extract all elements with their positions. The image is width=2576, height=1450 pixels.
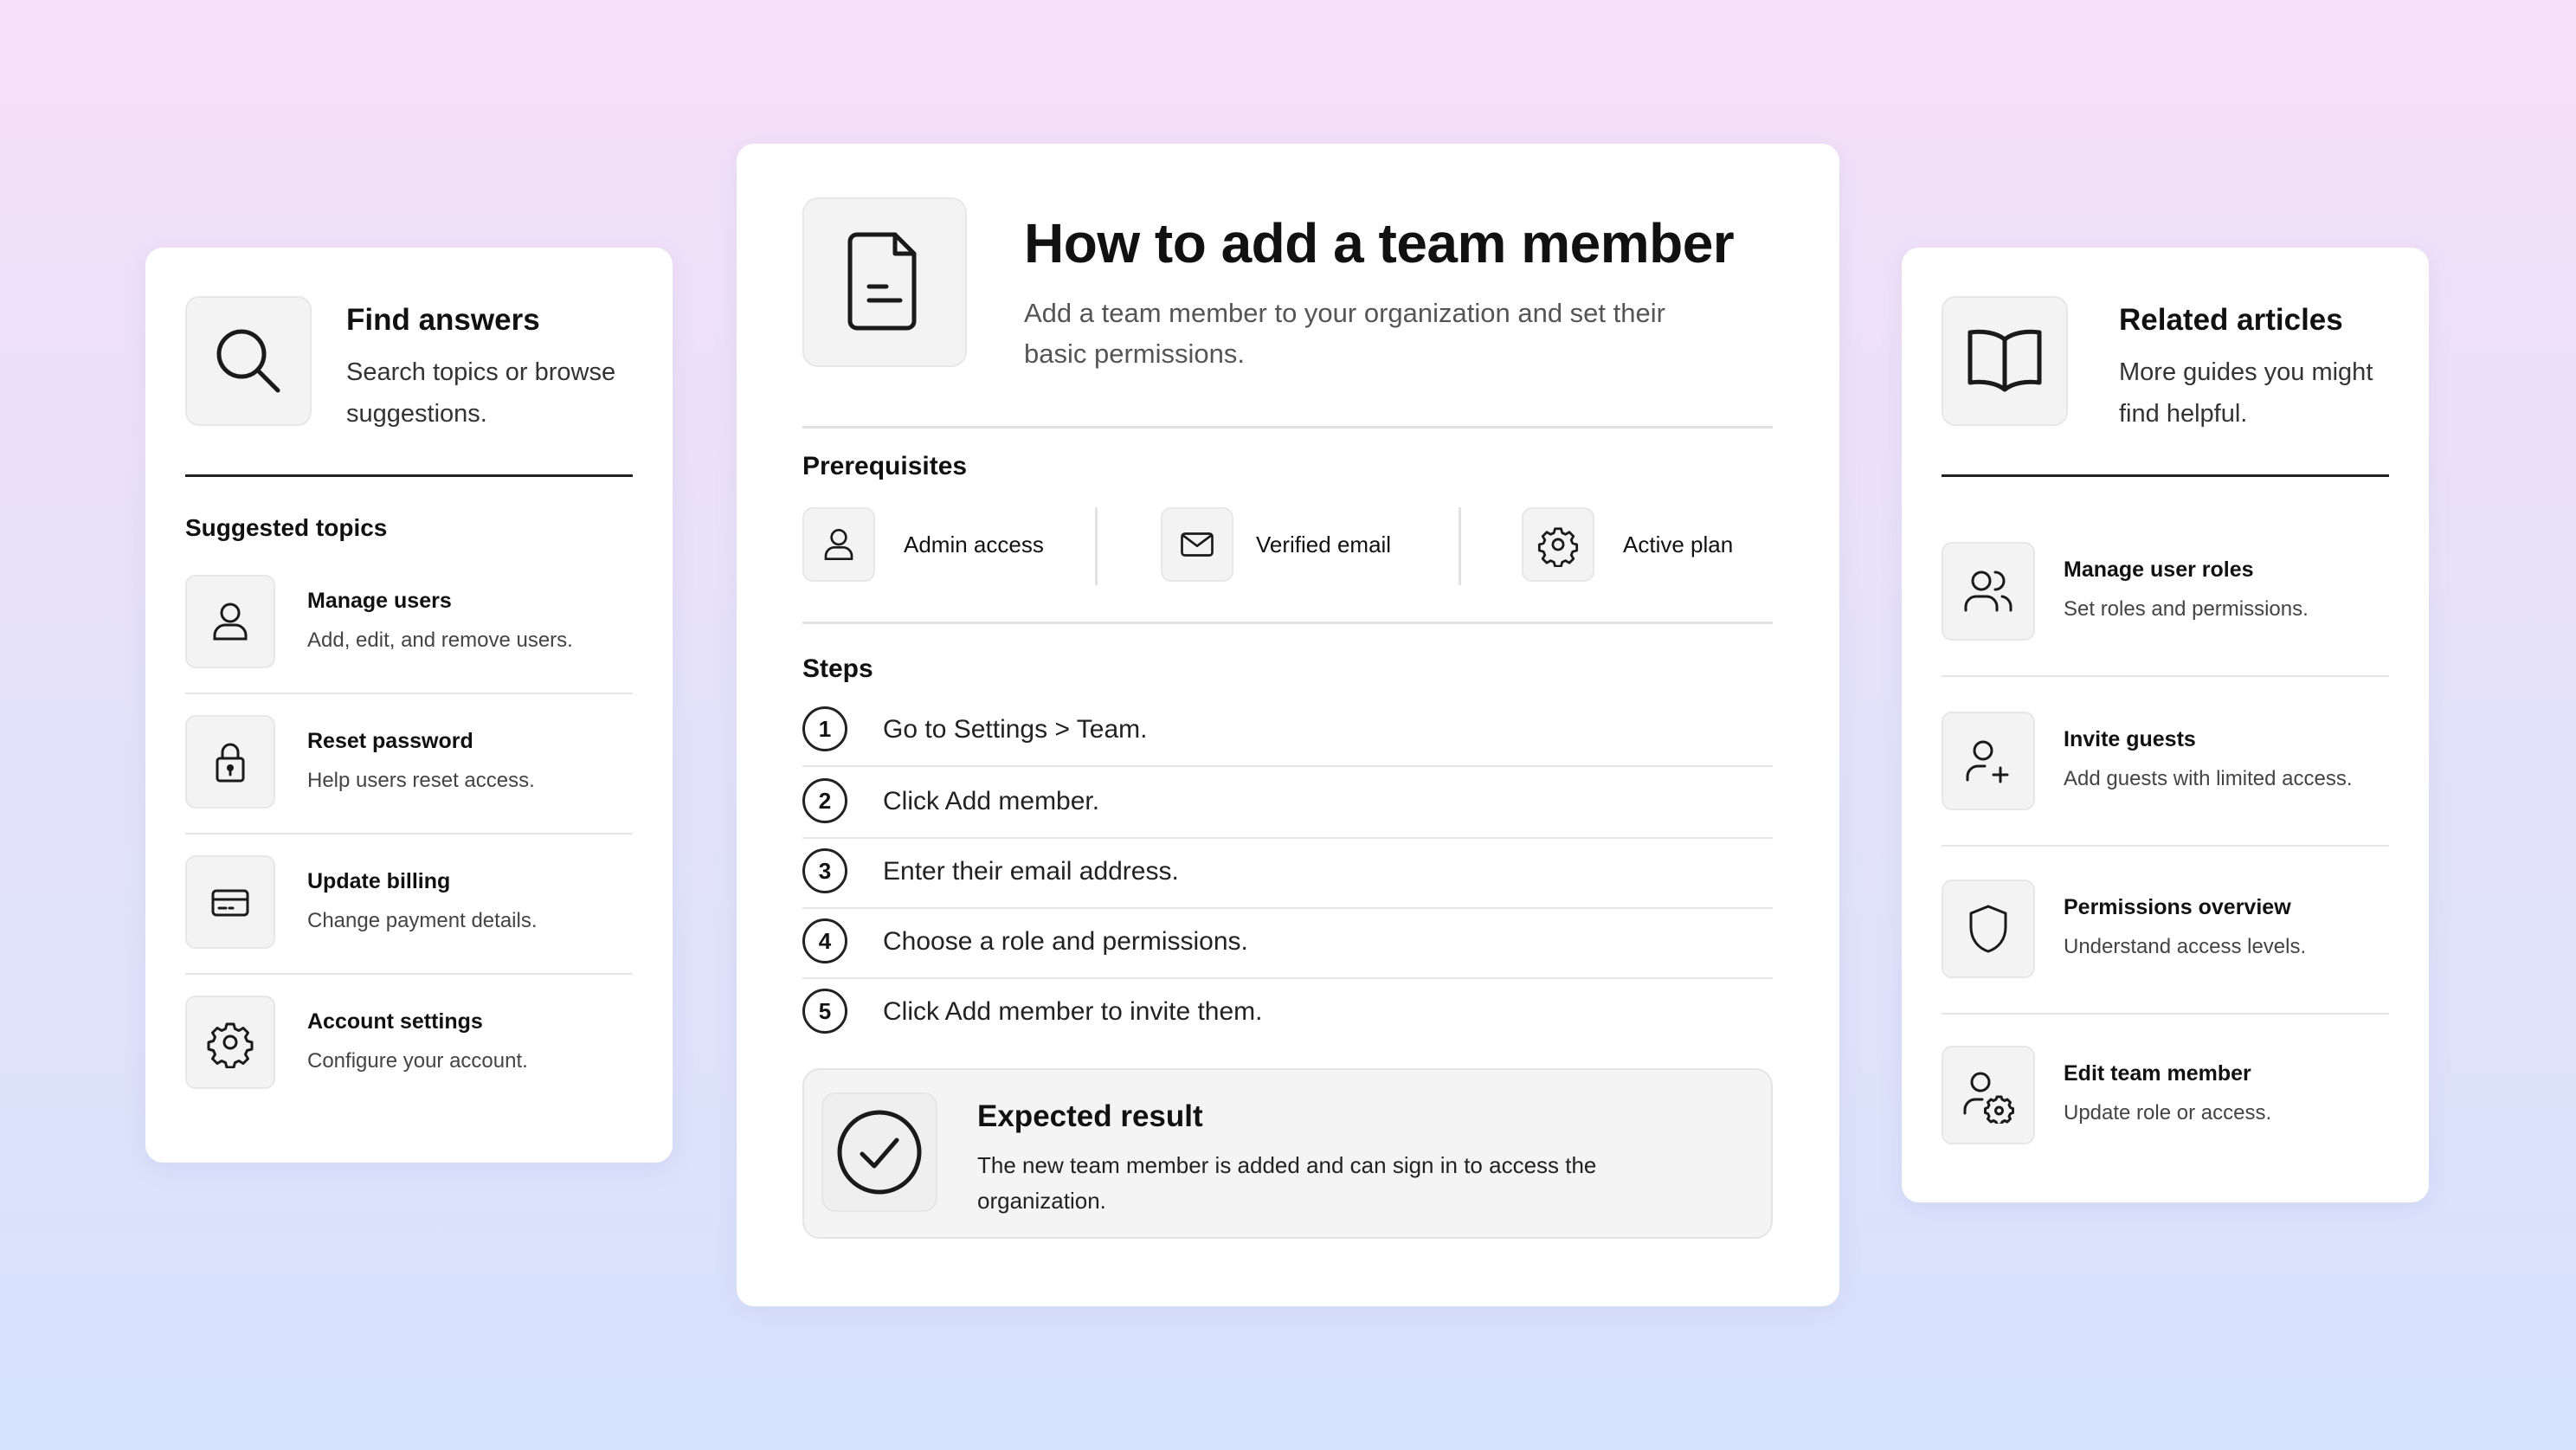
related-article-permissions-overview[interactable]: Permissions overview Understand access l… xyxy=(1942,880,2389,1047)
header-divider xyxy=(1942,474,2389,477)
step-item: 5 Click Add member to invite them. xyxy=(802,989,1773,1059)
article-title: Permissions overview xyxy=(2064,895,2291,919)
lock-icon xyxy=(185,715,275,809)
article-title: How to add a team member xyxy=(1024,212,1735,274)
document-icon xyxy=(802,197,967,367)
step-number: 3 xyxy=(802,848,847,893)
step-text: Click Add member to invite them. xyxy=(883,997,1263,1026)
topic-account-settings[interactable]: Account settings Configure your account. xyxy=(185,996,633,1136)
user-gear-icon xyxy=(1942,1046,2035,1144)
topic-description: Add, edit, and remove users. xyxy=(307,628,573,652)
step-item: 1 Go to Settings > Team. xyxy=(802,706,1773,777)
search-icon[interactable] xyxy=(185,296,312,426)
topic-divider xyxy=(185,693,633,694)
step-text: Enter their email address. xyxy=(883,857,1179,886)
related-article-manage-user-roles[interactable]: Manage user roles Set roles and permissi… xyxy=(1942,542,2389,710)
prerequisite-separator xyxy=(1459,507,1461,585)
prerequisite-separator xyxy=(1095,507,1098,585)
topic-title: Reset password xyxy=(307,729,473,753)
article-title: Edit team member xyxy=(2064,1061,2251,1086)
prerequisite-label: Verified email xyxy=(1256,532,1392,557)
related-articles-card: Related articles More guides you might f… xyxy=(1902,248,2429,1202)
related-article-edit-team-member[interactable]: Edit team member Update role or access. xyxy=(1942,1046,2389,1214)
suggested-topics-label: Suggested topics xyxy=(185,514,388,541)
gear-icon xyxy=(185,996,275,1089)
user-icon xyxy=(802,507,875,582)
users-icon xyxy=(1942,542,2035,641)
step-number: 5 xyxy=(802,989,847,1034)
article-description: Update role or access. xyxy=(2064,1101,2272,1125)
expected-result-box: Expected result The new team member is a… xyxy=(802,1068,1773,1239)
prerequisites-label: Prerequisites xyxy=(802,452,968,480)
step-divider xyxy=(802,977,1773,979)
check-circle-icon xyxy=(821,1092,937,1212)
credit-card-icon xyxy=(185,855,275,949)
gear-icon xyxy=(1522,507,1594,582)
expected-result-title: Expected result xyxy=(977,1099,1203,1133)
step-text: Go to Settings > Team. xyxy=(883,715,1148,744)
topic-title: Account settings xyxy=(307,1009,483,1034)
topic-divider xyxy=(185,833,633,835)
step-divider xyxy=(802,907,1773,909)
step-text: Choose a role and permissions. xyxy=(883,927,1248,956)
article-description: Add a team member to your organization a… xyxy=(1024,298,1665,369)
topic-reset-password[interactable]: Reset password Help users reset access. xyxy=(185,715,633,855)
prerequisite-label: Admin access xyxy=(904,532,1044,557)
article-title: Manage user roles xyxy=(2064,557,2254,582)
user-icon xyxy=(185,575,275,668)
step-text: Click Add member. xyxy=(883,787,1100,815)
article-divider xyxy=(1942,1013,2389,1015)
prerequisites-divider xyxy=(802,622,1773,624)
page-canvas: Find answers Search topics or browse sug… xyxy=(0,0,2576,1450)
find-answers-description: Search topics or browse suggestions. xyxy=(346,358,616,428)
topic-description: Change payment details. xyxy=(307,909,538,932)
step-number: 2 xyxy=(802,778,847,823)
step-divider xyxy=(802,837,1773,839)
step-item: 4 Choose a role and permissions. xyxy=(802,918,1773,989)
step-number: 1 xyxy=(802,706,847,751)
steps-label: Steps xyxy=(802,654,873,683)
topic-manage-users[interactable]: Manage users Add, edit, and remove users… xyxy=(185,575,633,715)
article-description: Set roles and permissions. xyxy=(2064,597,2309,621)
topic-title: Update billing xyxy=(307,869,451,893)
topic-description: Configure your account. xyxy=(307,1049,528,1073)
related-article-invite-guests[interactable]: Invite guests Add guests with limited ac… xyxy=(1942,712,2389,880)
topic-title: Manage users xyxy=(307,589,452,613)
article-description: Add guests with limited access. xyxy=(2064,767,2353,790)
related-articles-title: Related articles xyxy=(2119,303,2343,337)
find-answers-title: Find answers xyxy=(346,303,540,337)
step-number: 4 xyxy=(802,918,847,963)
topic-divider xyxy=(185,973,633,975)
step-item: 2 Click Add member. xyxy=(802,778,1773,848)
expected-result-description: The new team member is added and can sig… xyxy=(977,1152,1597,1214)
article-divider xyxy=(1942,845,2389,847)
related-articles-description: More guides you might find helpful. xyxy=(2119,358,2373,428)
article-description: Understand access levels. xyxy=(2064,935,2307,958)
book-icon xyxy=(1942,296,2068,426)
prerequisite-label: Active plan xyxy=(1623,532,1734,557)
user-plus-icon xyxy=(1942,712,2035,810)
topic-description: Help users reset access. xyxy=(307,769,535,792)
topic-update-billing[interactable]: Update billing Change payment details. xyxy=(185,855,633,996)
article-divider xyxy=(1942,675,2389,677)
article-card: How to add a team member Add a team memb… xyxy=(737,144,1839,1306)
header-divider xyxy=(802,426,1773,429)
header-divider xyxy=(185,474,633,477)
mail-icon xyxy=(1161,507,1233,582)
find-answers-card: Find answers Search topics or browse sug… xyxy=(145,248,673,1163)
shield-icon xyxy=(1942,880,2035,978)
step-divider xyxy=(802,765,1773,767)
article-title: Invite guests xyxy=(2064,727,2196,751)
step-item: 3 Enter their email address. xyxy=(802,848,1773,918)
